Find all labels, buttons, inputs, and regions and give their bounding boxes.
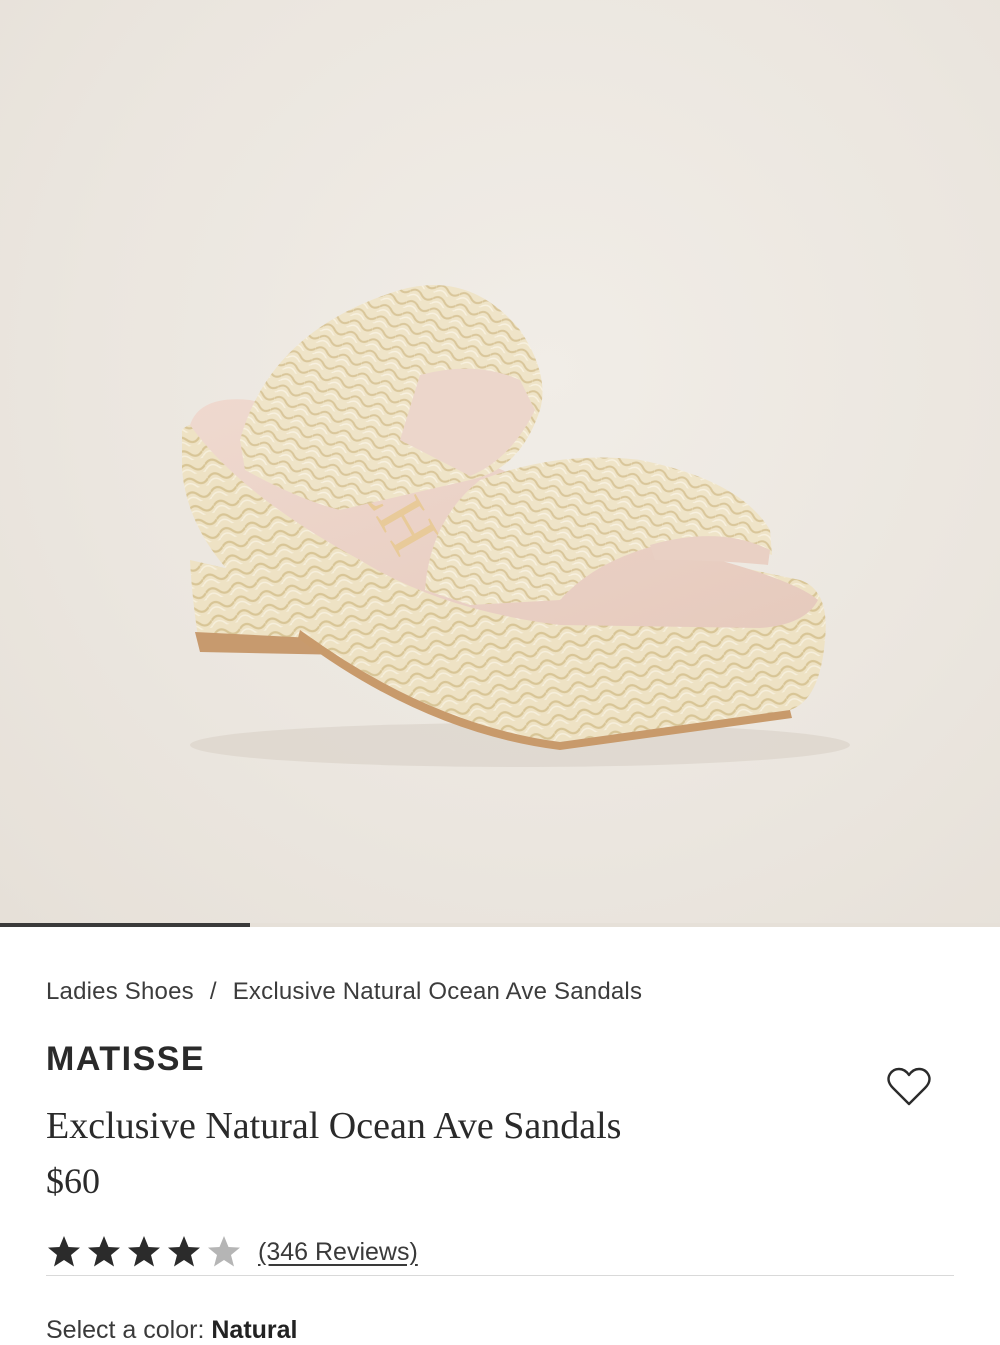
breadcrumb-category-link[interactable]: Ladies Shoes [46,978,194,1005]
sandal-illustration: CH [182,285,850,767]
breadcrumb: Ladies Shoes / Exclusive Natural Ocean Ave… [46,978,642,1006]
star-filled-icon [128,1236,160,1267]
breadcrumb-current: Exclusive Natural Ocean Ave Sandals [232,978,643,1005]
star-filled-icon [88,1236,120,1267]
selected-color: Natural [211,1316,298,1344]
section-divider [46,1275,954,1276]
color-label: Select a color: [46,1316,205,1344]
product-image[interactable]: CH [0,0,1000,927]
color-selector-label: Select a color: Natural [46,1316,298,1345]
reviews-link[interactable]: (346 Reviews) [258,1238,418,1267]
product-title: Exclusive Natural Ocean Ave Sandals [46,1105,622,1147]
product-price: $60 [46,1161,100,1201]
star-empty-icon [208,1236,240,1267]
product-rating: (346 Reviews) [46,1232,418,1272]
carousel-active-indicator [0,923,250,927]
breadcrumb-separator: / [209,978,217,1005]
star-filled-icon [48,1236,80,1267]
product-brand[interactable]: MATISSE [46,1040,205,1079]
wishlist-button[interactable] [885,1065,933,1109]
star-filled-icon [168,1236,200,1267]
heart-outline-icon [887,1067,931,1106]
image-carousel-progress[interactable] [0,923,1000,927]
rating-stars [46,1234,246,1270]
